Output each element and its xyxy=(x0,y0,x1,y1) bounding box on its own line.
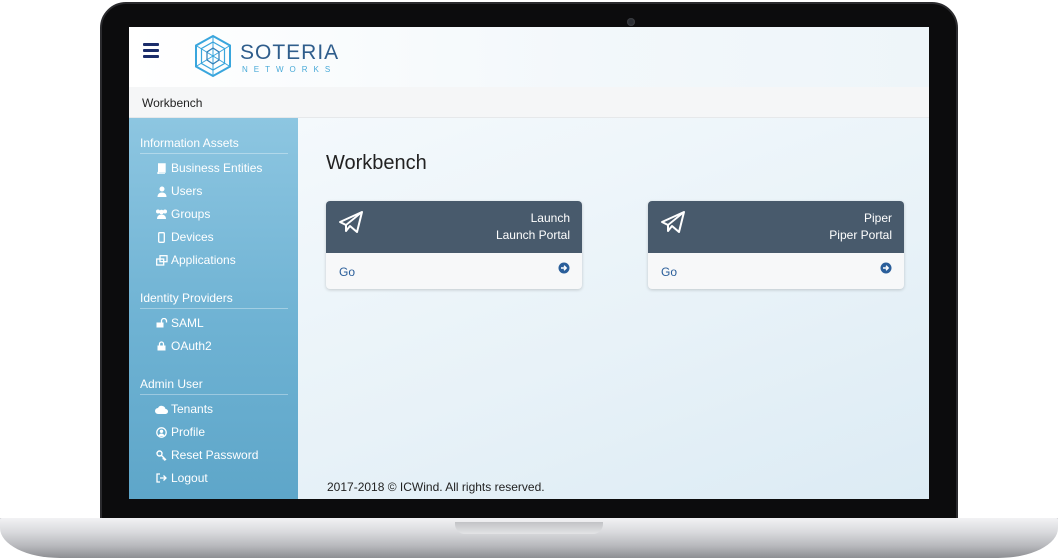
sidebar-item-label: Business Entities xyxy=(171,161,263,175)
sidebar-item-reset-password[interactable]: Reset Password xyxy=(155,446,258,464)
paper-plane-icon xyxy=(339,211,363,233)
card-launch: Launch Launch Portal Go xyxy=(326,201,582,289)
sidebar-item-label: Groups xyxy=(171,207,211,221)
arrow-circle-right-icon[interactable] xyxy=(558,262,570,274)
sidebar-heading-information-assets: Information Assets xyxy=(140,136,288,154)
page-title: Workbench xyxy=(326,152,427,174)
sidebar-item-label: Users xyxy=(171,184,203,198)
card-subtitle: Launch Portal xyxy=(495,228,570,242)
lock-icon xyxy=(155,340,168,352)
card-header: Piper Piper Portal xyxy=(648,201,904,253)
camera-dot xyxy=(627,18,635,26)
windows-icon xyxy=(155,254,168,266)
sidebar-heading-identity-providers: Identity Providers xyxy=(140,291,288,309)
breadcrumb: Workbench xyxy=(142,96,203,110)
user-circle-icon xyxy=(155,426,168,438)
sidebar-item-devices[interactable]: Devices xyxy=(155,228,214,246)
sidebar-item-oauth2[interactable]: OAuth2 xyxy=(155,337,212,355)
hexagon-logo-icon xyxy=(195,34,231,78)
arrow-circle-right-icon[interactable] xyxy=(880,262,892,274)
sidebar-item-label: Devices xyxy=(171,230,214,244)
sidebar-item-profile[interactable]: Profile xyxy=(155,423,205,441)
card-title: Launch xyxy=(530,211,570,225)
logo-subtitle: NETWORKS xyxy=(242,65,337,74)
laptop-frame: SOTERIA NETWORKS Workbench Information A… xyxy=(0,0,1058,560)
laptop-notch xyxy=(455,522,603,534)
sidebar-item-users[interactable]: Users xyxy=(155,182,202,200)
sidebar-item-business-entities[interactable]: Business Entities xyxy=(155,159,262,177)
top-bar: SOTERIA NETWORKS xyxy=(129,27,929,87)
go-link[interactable]: Go xyxy=(339,265,355,279)
sidebar-item-label: OAuth2 xyxy=(171,339,212,353)
card-piper: Piper Piper Portal Go xyxy=(648,201,904,289)
logo-wordmark: SOTERIA xyxy=(240,41,340,64)
card-header: Launch Launch Portal xyxy=(326,201,582,253)
sidebar-item-tenants[interactable]: Tenants xyxy=(155,400,213,418)
footer-copyright: 2017-2018 © ICWind. All rights reserved. xyxy=(327,480,545,494)
card-subtitle: Piper Portal xyxy=(829,228,892,242)
sidebar-item-label: Logout xyxy=(171,471,208,485)
mobile-icon xyxy=(155,231,168,243)
sidebar-item-label: Profile xyxy=(171,425,206,439)
users-icon xyxy=(155,208,168,220)
sidebar-item-label: Reset Password xyxy=(171,448,259,462)
sidebar-item-logout[interactable]: Logout xyxy=(155,469,208,487)
key-icon xyxy=(155,449,168,461)
paper-plane-icon xyxy=(661,211,685,233)
sign-out-icon xyxy=(155,472,168,484)
book-icon xyxy=(155,162,168,174)
sidebar-item-saml[interactable]: SAML xyxy=(155,314,204,332)
card-title: Piper xyxy=(863,211,892,225)
sidebar-item-label: SAML xyxy=(171,316,204,330)
menu-icon[interactable] xyxy=(143,43,159,58)
logo[interactable]: SOTERIA NETWORKS xyxy=(193,34,353,80)
main-content: Workbench Launch Launch Portal Go Piper … xyxy=(298,118,929,499)
sidebar-item-groups[interactable]: Groups xyxy=(155,205,210,223)
app-screen: SOTERIA NETWORKS Workbench Information A… xyxy=(129,27,929,499)
breadcrumb-bar: Workbench xyxy=(129,87,929,118)
sidebar: Information Assets Business Entities Use… xyxy=(129,118,298,499)
unlock-icon xyxy=(155,317,168,329)
cloud-icon xyxy=(155,403,168,415)
user-icon xyxy=(155,185,168,197)
sidebar-item-applications[interactable]: Applications xyxy=(155,251,236,269)
sidebar-item-label: Tenants xyxy=(171,402,214,416)
sidebar-heading-admin-user: Admin User xyxy=(140,377,288,395)
sidebar-item-label: Applications xyxy=(171,253,236,267)
go-link[interactable]: Go xyxy=(661,265,677,279)
